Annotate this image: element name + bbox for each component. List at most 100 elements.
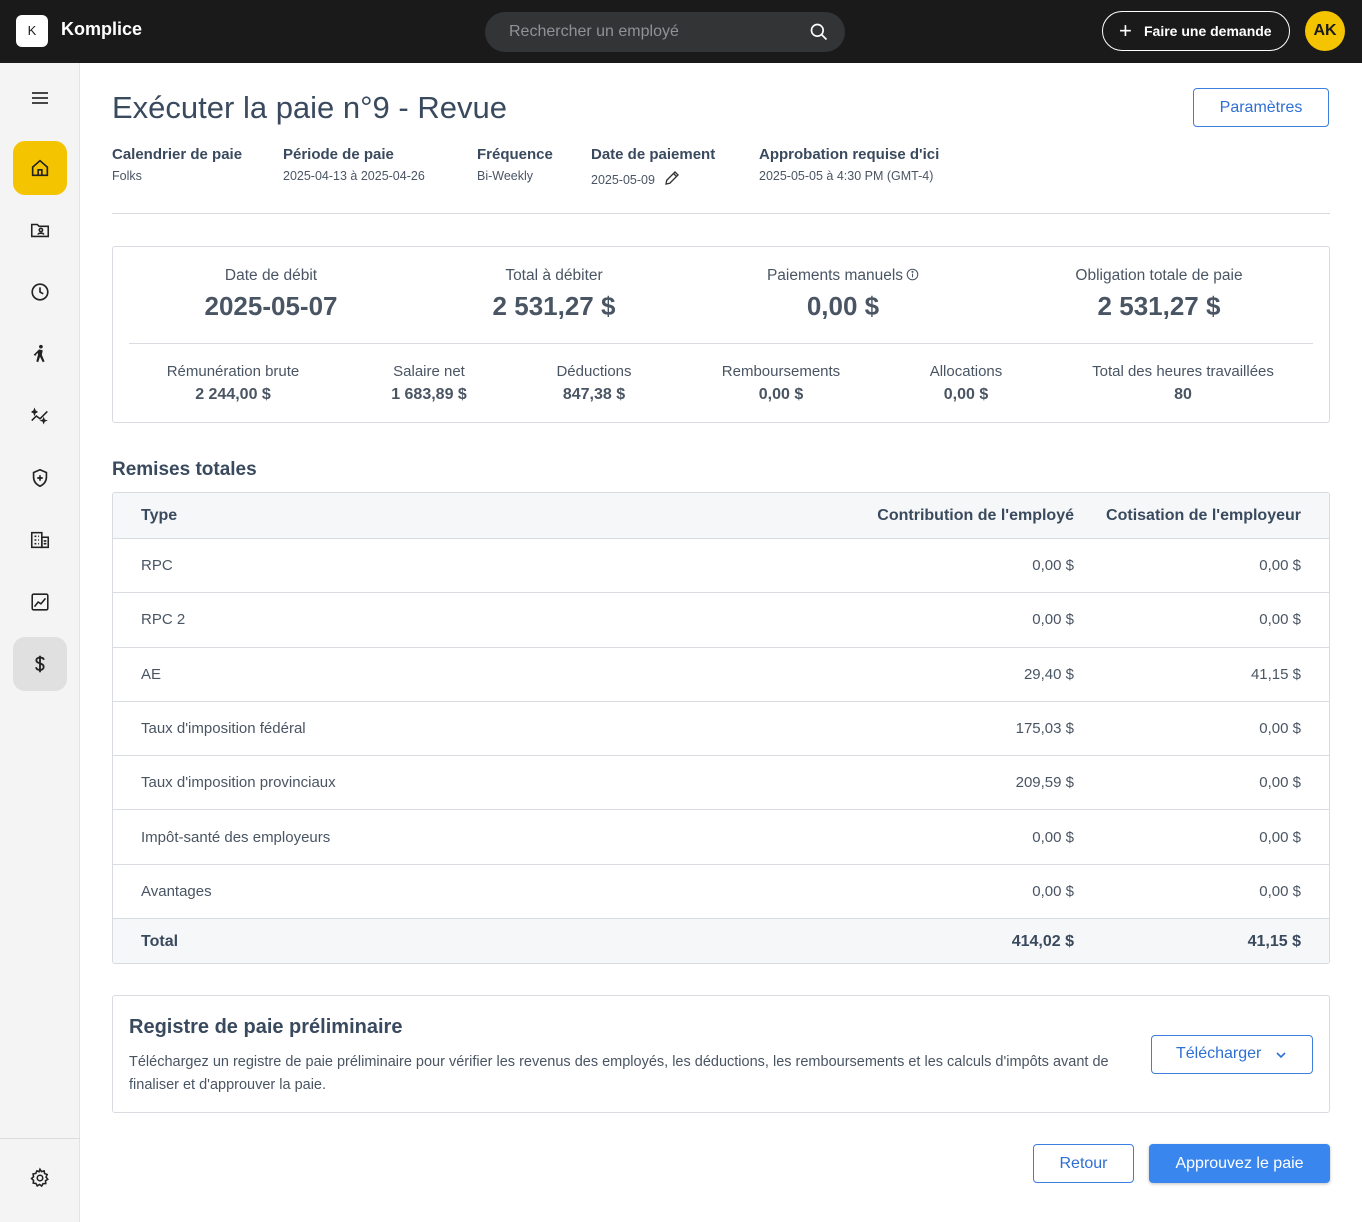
cell-employer-contribution: 0,00 $ xyxy=(1259,774,1301,792)
cell-type: Taux d'imposition provinciaux xyxy=(141,774,336,792)
meta-pay-calendar: Calendrier de paie Folks xyxy=(112,146,242,183)
summary-value: 0,00 $ xyxy=(806,291,880,321)
cell-employee-contribution: 209,59 $ xyxy=(1015,774,1074,792)
top-bar: K Komplice Rechercher un employé + Faire… xyxy=(0,0,1362,63)
cell-employer-contribution: 0,00 $ xyxy=(1259,719,1301,737)
table-row: Taux d'imposition provinciaux 209,59 $ 0,0… xyxy=(113,756,1329,811)
cell-employer-contribution: 0,00 $ xyxy=(1259,882,1301,900)
sidebar-item-company[interactable] xyxy=(13,513,67,567)
summary-value: 0,00 $ xyxy=(758,386,804,403)
cell-employer-contribution: 0,00 $ xyxy=(1259,611,1301,629)
download-button[interactable]: Télécharger xyxy=(1151,1035,1313,1074)
summary-label: Date de débit xyxy=(224,267,318,284)
meta-payment-date: Date de paiement 2025-05-09 xyxy=(591,146,715,187)
meta-value: 2025-05-09 xyxy=(591,173,655,187)
meta-value-row: 2025-05-09 xyxy=(591,169,715,187)
total-label: Total xyxy=(141,933,179,950)
summary-value: 2 244,00 $ xyxy=(195,386,271,403)
table-row: Impôt-santé des employeurs 0,00 $ 0,00 $ xyxy=(113,811,1329,865)
person-walking-icon xyxy=(33,344,45,363)
meta-value: Folks xyxy=(112,169,142,183)
request-button-label: Faire une demande xyxy=(1144,23,1272,39)
dollar-icon xyxy=(35,655,45,673)
back-button[interactable]: Retour xyxy=(1033,1144,1134,1183)
logo-icon[interactable]: K xyxy=(16,15,48,47)
summary-value: 2 531,27 $ xyxy=(1097,291,1221,321)
sidebar-item-documents[interactable] xyxy=(13,203,67,257)
cell-employee-contribution: 175,03 $ xyxy=(1015,719,1074,737)
meta-label: Approbation requise d'ici xyxy=(759,146,940,163)
summary-label: Total des heures travaillées xyxy=(1092,363,1274,380)
sidebar xyxy=(0,63,80,1222)
meta-value: Bi-Weekly xyxy=(477,169,534,183)
sidebar-item-time[interactable] xyxy=(13,265,67,319)
summary-value: 2 531,27 $ xyxy=(492,291,616,321)
summary-value: 0,00 $ xyxy=(943,386,989,403)
pencil-icon[interactable] xyxy=(663,169,681,187)
sidebar-item-benefits[interactable] xyxy=(13,451,67,505)
table-header: Type Contribution de l'employé Cotisatio… xyxy=(113,493,1329,539)
table-total-row: Total 414,02 $ 41,15 $ xyxy=(113,919,1329,963)
cell-type: Taux d'imposition fédéral xyxy=(141,719,306,737)
cell-type: Impôt-santé des employeurs xyxy=(141,828,331,846)
sparkle-chart-icon xyxy=(31,407,48,425)
summary-deductions: Déductions 847,38 $ xyxy=(534,363,654,404)
sidebar-item-payroll[interactable] xyxy=(13,637,67,691)
column-header-type: Type xyxy=(141,507,178,524)
cell-employee-contribution: 0,00 $ xyxy=(1032,882,1074,900)
total-employee: 414,02 $ xyxy=(1011,933,1074,950)
summary-gross-pay: Rémunération brute 2 244,00 $ xyxy=(149,363,317,404)
chart-icon xyxy=(31,593,49,611)
remittances-table: Type Contribution de l'employé Cotisatio… xyxy=(112,492,1330,964)
page-title: Exécuter la paie n°9 - Revue xyxy=(112,90,507,125)
meta-approval-deadline: Approbation requise d'ici 2025-05-05 à 4… xyxy=(759,146,939,183)
column-header-employer: Cotisation de l'employeur xyxy=(1106,507,1301,524)
header-divider xyxy=(112,213,1330,214)
table-row: Taux d'imposition fédéral 175,03 $ 0,00 $ xyxy=(113,702,1329,757)
avatar[interactable]: AK xyxy=(1305,11,1345,51)
meta-label: Fréquence xyxy=(477,146,553,163)
approve-payroll-button[interactable]: Approuvez le paie xyxy=(1149,1144,1330,1183)
sidebar-item-settings[interactable] xyxy=(13,1151,67,1205)
sidebar-item-people[interactable] xyxy=(13,327,67,381)
summary-value: 80 xyxy=(1174,386,1192,403)
column-header-employee: Contribution de l'employé xyxy=(877,507,1074,524)
sidebar-item-reports[interactable] xyxy=(13,575,67,629)
summary-label: Obligation totale de paie xyxy=(1075,267,1243,284)
meta-label: Date de paiement xyxy=(591,146,716,163)
cell-employee-contribution: 29,40 $ xyxy=(1023,665,1074,683)
search-placeholder: Rechercher un employé xyxy=(509,23,679,40)
summary-net-pay: Salaire net 1 683,89 $ xyxy=(369,363,489,404)
request-button[interactable]: + Faire une demande xyxy=(1102,11,1290,51)
cell-type: Avantages xyxy=(141,882,212,900)
settings-button[interactable]: Paramètres xyxy=(1193,88,1329,127)
cell-type: AE xyxy=(141,665,162,683)
search-input[interactable]: Rechercher un employé xyxy=(485,12,845,52)
sidebar-item-home[interactable] xyxy=(13,141,67,195)
clock-icon xyxy=(31,283,49,301)
shield-plus-icon xyxy=(32,468,48,488)
building-icon xyxy=(30,531,50,549)
meta-label: Période de paie xyxy=(283,146,394,163)
info-icon[interactable] xyxy=(906,268,919,281)
summary-value: 1 683,89 $ xyxy=(391,386,467,403)
summary-debit-date: Date de débit 2025-05-07 xyxy=(171,267,371,322)
summary-label: Allocations xyxy=(929,363,1003,380)
summary-label: Remboursements xyxy=(721,363,841,380)
total-employer: 41,15 $ xyxy=(1247,933,1301,950)
table-row: RPC 0,00 $ 0,00 $ xyxy=(113,539,1329,594)
meta-frequency: Fréquence Bi-Weekly xyxy=(477,146,553,183)
summary-total-hours: Total des heures travaillées 80 xyxy=(1073,363,1293,404)
sidebar-item-performance[interactable] xyxy=(13,389,67,443)
cell-employee-contribution: 0,00 $ xyxy=(1032,611,1074,629)
app-name[interactable]: Komplice xyxy=(61,19,142,40)
meta-value: 2025-05-05 à 4:30 PM (GMT-4) xyxy=(759,169,934,183)
summary-label: Rémunération brute xyxy=(166,363,300,380)
search-icon[interactable] xyxy=(809,22,829,42)
hamburger-menu-icon[interactable] xyxy=(30,90,50,106)
summary-label: Paiements manuels xyxy=(766,267,904,284)
summary-reimbursements: Remboursements 0,00 $ xyxy=(706,363,856,404)
folder-user-icon xyxy=(30,223,50,238)
meta-pay-period: Période de paie 2025-04-13 à 2025-04-26 xyxy=(283,146,425,183)
register-description: Téléchargez un registre de paie prélimin… xyxy=(129,1054,1109,1093)
